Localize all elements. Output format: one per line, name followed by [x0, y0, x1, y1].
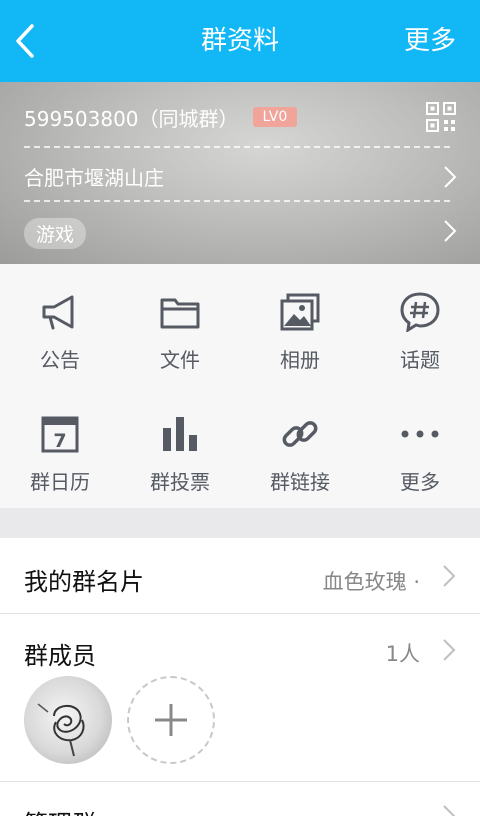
qr-code-icon[interactable] — [426, 102, 456, 132]
group-id-row: 599503800（同城群） LV0 — [24, 102, 456, 132]
row-label: 我的群名片 — [24, 568, 144, 596]
chevron-right-icon — [443, 805, 456, 816]
feature-grid: 公告 文件 相册 话题 7 群日历 群投票 群链接 更多 — [0, 264, 480, 508]
feature-files[interactable]: 文件 — [120, 264, 240, 386]
divider — [24, 146, 450, 148]
top-bar: 群资料 更多 — [0, 0, 480, 82]
feature-announcement[interactable]: 公告 — [0, 264, 120, 386]
plus-icon — [155, 704, 187, 736]
calendar-day: 7 — [53, 430, 66, 452]
section-gap — [0, 508, 480, 538]
more-button[interactable]: 更多 — [404, 0, 456, 82]
group-category[interactable]: 游戏 — [24, 218, 456, 249]
feature-label: 群日历 — [30, 470, 90, 494]
rose-avatar-image — [37, 703, 85, 757]
feature-label: 群链接 — [270, 470, 330, 494]
feature-label: 话题 — [400, 348, 440, 372]
feature-album[interactable]: 相册 — [240, 264, 360, 386]
feature-vote[interactable]: 群投票 — [120, 386, 240, 508]
member-avatar[interactable] — [24, 676, 112, 764]
category-tag: 游戏 — [24, 218, 87, 249]
chevron-right-icon — [444, 166, 457, 188]
feature-label: 更多 — [400, 470, 440, 494]
feature-label: 公告 — [40, 348, 80, 372]
feature-label: 文件 — [160, 348, 200, 372]
album-icon — [280, 293, 320, 331]
chevron-right-icon — [443, 565, 456, 587]
add-member-button[interactable] — [127, 676, 215, 764]
chevron-right-icon — [443, 639, 456, 661]
feature-link[interactable]: 群链接 — [240, 386, 360, 508]
level-badge: LV0 — [252, 107, 298, 127]
row-value: 血色玫瑰 · — [322, 570, 420, 594]
group-header: 599503800（同城群） LV0 合肥市堰湖山庄 游戏 — [0, 82, 480, 264]
settings-list: 我的群名片 血色玫瑰 · 群成员 1人 管理群 — [0, 538, 480, 816]
member-count: 1人 — [385, 642, 420, 666]
feature-calendar[interactable]: 7 群日历 — [0, 386, 120, 508]
row-label: 群成员 — [24, 642, 96, 670]
feature-more[interactable]: 更多 — [360, 386, 480, 508]
row-label: 管理群 — [24, 804, 96, 816]
feature-label: 群投票 — [150, 470, 210, 494]
group-location[interactable]: 合肥市堰湖山庄 — [24, 162, 456, 192]
folder-icon — [160, 298, 200, 329]
calendar-icon: 7 — [41, 416, 79, 453]
more-dots-icon — [401, 430, 439, 438]
megaphone-icon — [42, 295, 74, 330]
link-icon — [282, 421, 318, 447]
chevron-right-icon — [444, 220, 457, 242]
feature-label: 相册 — [280, 348, 320, 372]
my-group-card-row[interactable]: 我的群名片 血色玫瑰 · — [0, 538, 480, 614]
group-id: 599503800（同城群） — [24, 106, 239, 131]
topic-icon — [400, 292, 440, 332]
vote-icon — [163, 417, 197, 451]
feature-topic[interactable]: 话题 — [360, 264, 480, 386]
divider — [24, 200, 450, 202]
manage-group-row[interactable]: 管理群 — [0, 782, 480, 816]
